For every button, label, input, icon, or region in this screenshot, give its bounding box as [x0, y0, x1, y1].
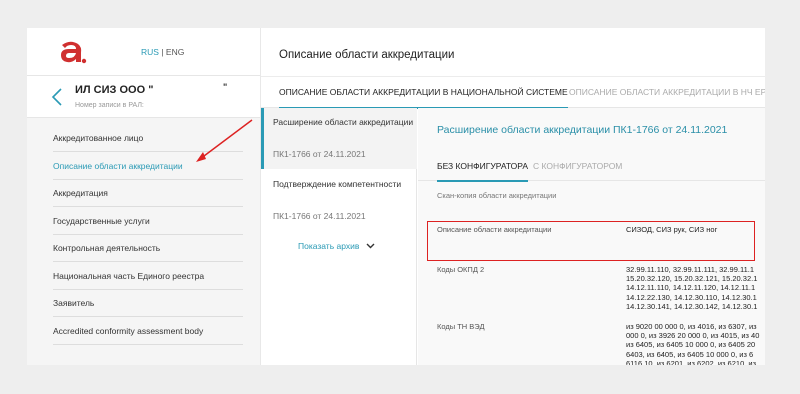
show-archive-label: Показать архив [298, 241, 360, 251]
sidebar-item-state-services[interactable]: Государственные услуги [53, 207, 243, 235]
sidebar-item-applicant[interactable]: Заявитель [53, 289, 243, 317]
lang-en-link[interactable]: ENG [166, 47, 184, 57]
app-window: RUS | ENG ИЛ СИЗ ООО " " Номер записи в … [27, 28, 765, 365]
okpd-codes-label: Коды ОКПД 2 [437, 265, 485, 274]
highlight-box [427, 221, 755, 261]
tab-national-system[interactable]: ОПИСАНИЕ ОБЛАСТИ АККРЕДИТАЦИИ В НАЦИОНАЛ… [279, 87, 568, 109]
sidebar-item-accredited-person[interactable]: Аккредитованное лицо [53, 124, 243, 152]
sidebar: RUS | ENG ИЛ СИЗ ООО " " Номер записи в … [27, 28, 260, 365]
brand-logo[interactable] [57, 37, 87, 67]
show-archive-button[interactable]: Показать архив [298, 241, 375, 251]
logo-row: RUS | ENG [27, 28, 260, 76]
tab-nch-er[interactable]: ОПИСАНИЕ ОБЛАСТИ АККРЕДИТАЦИИ В НЧ ЕР [569, 87, 765, 97]
main-panel: Описание области аккредитации ОПИСАНИЕ О… [260, 28, 765, 365]
tnved-codes-label: Коды ТН ВЭД [437, 322, 485, 331]
list-item-subtitle: ПК1-1766 от 24.11.2021 [273, 211, 366, 221]
sidebar-item-accreditation[interactable]: Аккредитация [53, 179, 243, 207]
list-item-title: Расширение области аккредитации [273, 117, 414, 127]
lang-ru-link[interactable]: RUS [141, 47, 159, 57]
tnved-codes-value: из 9020 00 000 0, из 4016, из 6307, из 0… [626, 322, 760, 365]
list-item-title: Подтверждение компетентности [273, 179, 402, 189]
tab-without-configurator[interactable]: БЕЗ КОНФИГУРАТОРА [437, 161, 529, 182]
okpd-codes-value: 32.99.11.110, 32.99.11.111, 32.99.11.1 1… [626, 265, 758, 311]
sidebar-nav: Аккредитованное лицо Описание области ак… [27, 118, 260, 365]
sidebar-item-accredited-body-en[interactable]: Accredited conformity assessment body [53, 317, 243, 345]
configurator-tabs: БЕЗ КОНФИГУРАТОРА С КОНФИГУРАТОРОМ [418, 150, 765, 182]
detail-panel: Расширение области аккредитации ПК1-1766… [418, 108, 765, 365]
registry-number-label: Номер записи в РАЛ: [75, 102, 144, 109]
language-switcher: RUS | ENG [141, 47, 184, 57]
chevron-left-icon[interactable] [50, 87, 64, 107]
chevron-down-icon [366, 243, 375, 249]
organization-name-mark: " [223, 82, 228, 92]
list-item-subtitle: ПК1-1766 от 24.11.2021 [273, 149, 366, 159]
decisions-list: Расширение области аккредитации ПК1-1766… [261, 108, 417, 365]
scope-tabs: ОПИСАНИЕ ОБЛАСТИ АККРЕДИТАЦИИ В НАЦИОНАЛ… [261, 76, 765, 109]
page-title: Описание области аккредитации [279, 49, 455, 61]
organization-header: ИЛ СИЗ ООО " " Номер записи в РАЛ: [27, 76, 260, 118]
lang-separator: | [161, 47, 164, 57]
scan-copy-label: Скан-копия области аккредитации [437, 191, 557, 200]
organization-name: ИЛ СИЗ ООО " [75, 84, 154, 96]
list-item-confirmation[interactable]: Подтверждение компетентности ПК1-1766 от… [261, 170, 417, 231]
detail-title: Расширение области аккредитации ПК1-1766… [437, 124, 728, 136]
sidebar-item-accreditation-scope[interactable]: Описание области аккредитации [53, 152, 243, 180]
sidebar-item-national-registry[interactable]: Национальная часть Единого реестра [53, 262, 243, 290]
list-item-expansion[interactable]: Расширение области аккредитации ПК1-1766… [261, 108, 417, 169]
tab-with-configurator[interactable]: С КОНФИГУРАТОРОМ [533, 161, 622, 171]
sidebar-item-control-activity[interactable]: Контрольная деятельность [53, 234, 243, 262]
